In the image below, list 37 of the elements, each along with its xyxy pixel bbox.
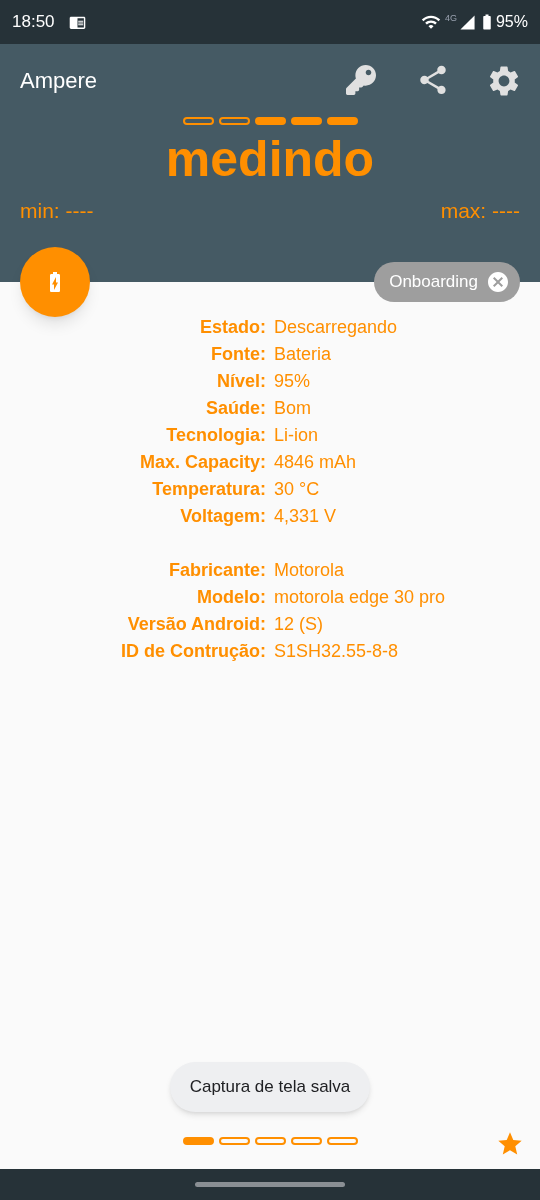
info-label: Estado: bbox=[199, 316, 266, 339]
info-label: Voltagem: bbox=[179, 505, 266, 528]
info-value: 95% bbox=[274, 370, 311, 393]
info-value: 4846 mAh bbox=[274, 451, 357, 474]
onboarding-chip[interactable]: Onboarding bbox=[374, 262, 520, 302]
info-label: Max. Capacity: bbox=[138, 451, 266, 474]
info-value: Descarregando bbox=[274, 316, 398, 339]
info-label: Temperatura: bbox=[151, 478, 266, 501]
info-value: Bom bbox=[274, 397, 311, 420]
network-type: 4G bbox=[444, 12, 457, 25]
info-value: 30 °C bbox=[274, 478, 320, 501]
battery-percent: 95% bbox=[495, 12, 528, 32]
info-label: Modelo: bbox=[196, 586, 266, 609]
info-label: Versão Android: bbox=[126, 613, 266, 636]
info-value: Li-ion bbox=[274, 424, 319, 447]
info-label: Nível: bbox=[215, 370, 266, 393]
status-time: 18:50 bbox=[12, 11, 55, 34]
info-value: 12 (S) bbox=[274, 613, 324, 636]
signal-icon bbox=[458, 13, 476, 31]
info-value: Bateria bbox=[274, 343, 332, 366]
info-label: ID de Contrução: bbox=[120, 640, 266, 663]
close-icon bbox=[486, 270, 510, 294]
info-value: S1SH32.55-8-8 bbox=[274, 640, 399, 663]
home-handle[interactable] bbox=[195, 1182, 345, 1187]
reading-text: medindo bbox=[164, 131, 376, 187]
app-title: Ampere bbox=[20, 66, 99, 95]
info-value: Motorola bbox=[274, 559, 345, 582]
info-label: Fonte: bbox=[210, 343, 266, 366]
battery-fab[interactable] bbox=[20, 247, 90, 317]
info-label: Tecnologia: bbox=[165, 424, 266, 447]
info-label: Saúde: bbox=[205, 397, 266, 420]
min-value: min: ---- bbox=[20, 198, 94, 224]
max-value: max: ---- bbox=[440, 198, 520, 224]
info-label: Fabricante: bbox=[167, 559, 266, 582]
info-value: motorola edge 30 pro bbox=[274, 586, 446, 609]
toast-message: Captura de tela salva bbox=[169, 1062, 371, 1112]
info-value: 4,331 V bbox=[274, 505, 337, 528]
